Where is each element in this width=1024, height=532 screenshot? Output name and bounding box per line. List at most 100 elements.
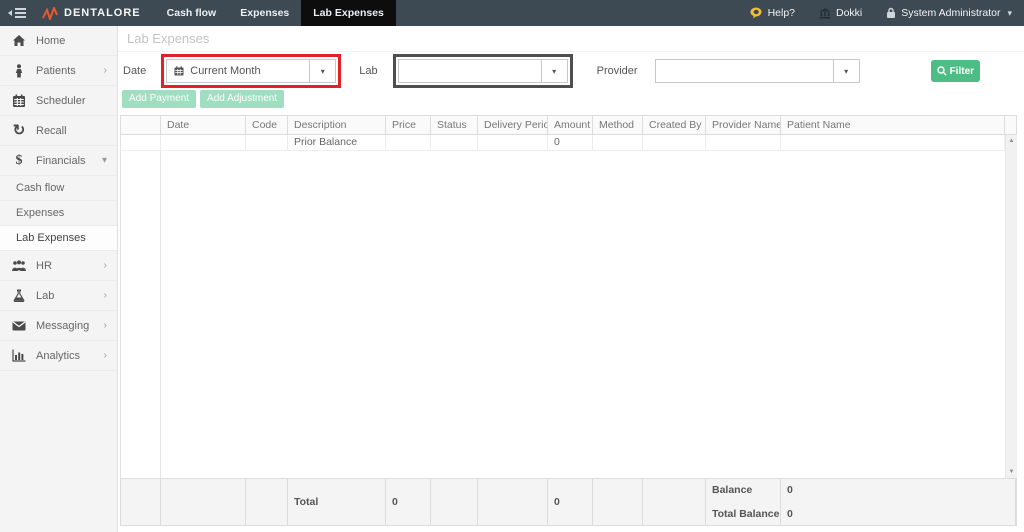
clinic-bank-icon	[819, 8, 831, 19]
column-header-code[interactable]: Code	[246, 116, 288, 135]
sidebar-item-recall[interactable]: ↻ Recall	[0, 116, 117, 146]
help-menu[interactable]: Help?	[750, 7, 795, 19]
user-menu[interactable]: System Administrator ▾	[886, 7, 1012, 19]
sidebar-item-hr[interactable]: HR ›	[0, 251, 117, 281]
help-label: Help?	[768, 7, 795, 19]
sidebar-subitem-lab-expenses[interactable]: Lab Expenses	[0, 226, 117, 251]
calendar-icon	[10, 94, 28, 108]
lab-dropdown[interactable]: ▾	[398, 59, 568, 83]
provider-filter-label: Provider	[597, 65, 638, 77]
cell-status	[431, 135, 478, 151]
column-header-handle[interactable]	[121, 116, 161, 135]
dentalore-logo-icon	[42, 7, 58, 20]
sidebar-subitem-expenses[interactable]: Expenses	[0, 201, 117, 226]
footer-code	[246, 479, 288, 525]
column-header-status[interactable]: Status	[431, 116, 478, 135]
date-filter-label: Date	[123, 65, 146, 77]
action-bar: Add Payment Add Adjustment	[118, 90, 1024, 115]
footer-balance-labels: Balance Total Balance	[706, 479, 781, 525]
balance-label: Balance	[712, 479, 780, 502]
sidebar-item-analytics[interactable]: Analytics ›	[0, 341, 117, 371]
sidebar-item-label: Messaging	[36, 320, 89, 332]
provider-dropdown[interactable]: ▾	[655, 59, 860, 83]
home-icon	[10, 34, 28, 47]
cell-provider-name	[706, 135, 781, 151]
sidebar-item-financials[interactable]: $ Financials ▾	[0, 146, 117, 176]
date-dropdown-caret-icon[interactable]: ▾	[309, 60, 335, 82]
filter-button-label: Filter	[950, 66, 974, 77]
dark-highlight-annotation: ▾	[393, 54, 573, 88]
column-header-patient-name[interactable]: Patient Name	[781, 116, 1005, 135]
sidebar-item-home[interactable]: Home	[0, 26, 117, 56]
cell-handle	[121, 135, 161, 151]
sidebar-item-label: Recall	[36, 125, 67, 137]
cell-code	[246, 135, 288, 151]
table-row[interactable]: Prior Balance 0	[121, 135, 1005, 151]
column-header-created-by[interactable]: Created By	[643, 116, 706, 135]
row-handle-column	[121, 135, 161, 478]
total-balance-label: Total Balance	[712, 502, 780, 525]
date-dropdown-value: Current Month	[190, 65, 260, 77]
vertical-scrollbar[interactable]: ▲ ▼	[1005, 135, 1017, 478]
column-header-amount[interactable]: Amount	[548, 116, 593, 135]
scroll-up-icon[interactable]: ▲	[1009, 135, 1015, 147]
top-bar: DENTALORE Cash flow Expenses Lab Expense…	[0, 0, 1024, 26]
hamburger-icon	[15, 8, 26, 18]
chevron-right-icon: ›	[104, 320, 107, 331]
sidebar-subitem-cash-flow[interactable]: Cash flow	[0, 176, 117, 201]
user-label: System Administrator	[901, 7, 1000, 19]
add-payment-button[interactable]: Add Payment	[122, 90, 196, 108]
flask-icon	[10, 289, 28, 302]
footer-balance-values: 0 0	[781, 479, 1016, 525]
scroll-down-icon[interactable]: ▼	[1009, 466, 1015, 478]
cell-method	[593, 135, 643, 151]
footer-delivery-period	[478, 479, 548, 525]
column-header-price[interactable]: Price	[386, 116, 431, 135]
column-header-method[interactable]: Method	[593, 116, 643, 135]
chevron-right-icon: ›	[104, 350, 107, 361]
sidebar-item-lab[interactable]: Lab ›	[0, 281, 117, 311]
clinic-menu[interactable]: Dokki	[819, 7, 862, 19]
filter-bar: Date Current Month ▾ Lab ▾ Provider ▾ F	[118, 52, 1024, 90]
tab-lab-expenses[interactable]: Lab Expenses	[301, 0, 396, 26]
brand[interactable]: DENTALORE	[42, 7, 141, 20]
table-footer-row: Total 0 0 Balance Total Balance 0 0	[120, 478, 1017, 526]
tab-expenses[interactable]: Expenses	[228, 0, 301, 26]
tab-cash-flow[interactable]: Cash flow	[155, 0, 229, 26]
sidebar-toggle-icon[interactable]	[8, 8, 26, 18]
provider-dropdown-caret-icon[interactable]: ▾	[833, 60, 859, 82]
lab-dropdown-caret-icon[interactable]: ▾	[541, 60, 567, 82]
sidebar-item-label: Lab	[36, 290, 54, 302]
cell-price	[386, 135, 431, 151]
footer-status	[431, 479, 478, 525]
date-dropdown[interactable]: Current Month ▾	[166, 59, 336, 83]
column-header-description[interactable]: Description	[288, 116, 386, 135]
cell-created-by	[643, 135, 706, 151]
patient-icon	[10, 64, 28, 78]
filter-button[interactable]: Filter	[931, 60, 980, 82]
lock-icon	[886, 7, 896, 19]
column-header-delivery-period[interactable]: Delivery Period	[478, 116, 548, 135]
sidebar-item-messaging[interactable]: Messaging ›	[0, 311, 117, 341]
footer-amount-total: 0	[548, 479, 593, 525]
people-group-icon	[10, 260, 28, 272]
add-adjustment-button[interactable]: Add Adjustment	[200, 90, 284, 108]
footer-price-total: 0	[386, 479, 431, 525]
sidebar-item-patients[interactable]: Patients ›	[0, 56, 117, 86]
footer-handle	[121, 479, 161, 525]
sidebar-subitem-label: Lab Expenses	[16, 232, 86, 244]
sidebar-item-label: HR	[36, 260, 52, 272]
column-header-provider-name[interactable]: Provider Name	[706, 116, 781, 135]
chevron-right-icon: ›	[104, 290, 107, 301]
total-balance-value: 0	[787, 502, 1015, 525]
chevron-right-icon: ›	[104, 260, 107, 271]
column-header-date[interactable]: Date	[161, 116, 246, 135]
topbar-right: Help? Dokki System Administrator ▾	[750, 7, 1012, 19]
footer-created-by	[643, 479, 706, 525]
cell-description: Prior Balance	[288, 135, 386, 151]
footer-method	[593, 479, 643, 525]
page-title: Lab Expenses	[118, 26, 1024, 52]
sidebar-item-scheduler[interactable]: Scheduler	[0, 86, 117, 116]
sidebar-item-label: Home	[36, 35, 65, 47]
bar-chart-icon	[10, 349, 28, 362]
